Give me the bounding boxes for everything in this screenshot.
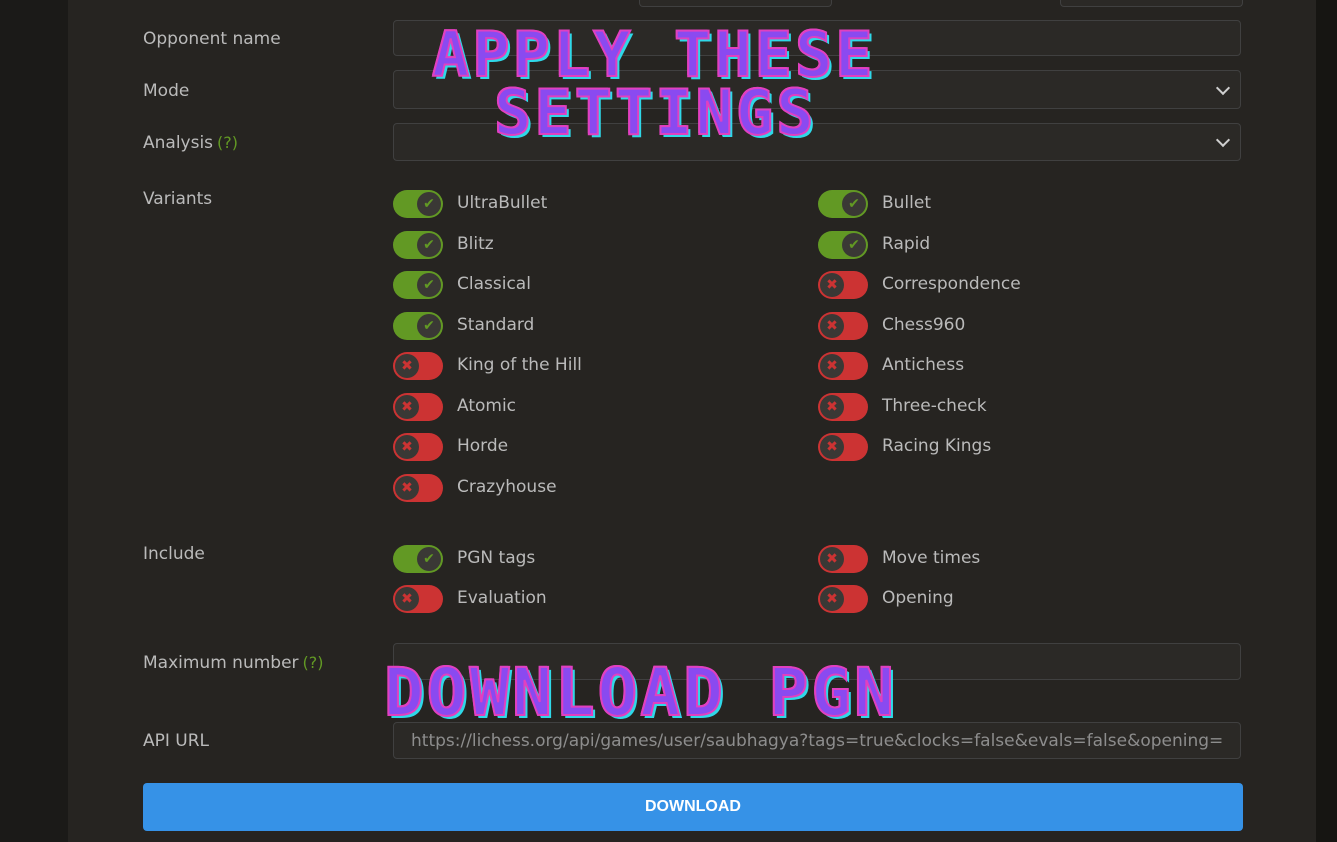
toggle-label-blitz: Blitz [457, 233, 494, 254]
mode-label: Mode [143, 81, 190, 101]
toggle-label-horde: Horde [457, 436, 509, 456]
cross-icon: ✖ [820, 587, 844, 611]
cross-icon: ✖ [820, 273, 844, 297]
toggle-label-correspondence: Correspondence [882, 274, 1021, 294]
toggle-evaluation[interactable]: ✖ [393, 585, 443, 613]
toggle-label-chess960: Chess960 [882, 314, 966, 335]
toggle-blitz[interactable]: ✔ [393, 230, 443, 259]
toggle-label-move-times: Move times [882, 548, 981, 568]
toggle-label-three-check: Three-check [882, 395, 987, 416]
cross-icon: ✖ [820, 435, 844, 459]
toggle-three-check[interactable]: ✖ [818, 392, 868, 421]
toggle-move-times[interactable]: ✖ [818, 545, 868, 573]
check-icon: ✔ [417, 313, 441, 338]
toggle-correspondence[interactable]: ✖ [818, 271, 868, 299]
include-label: Include [143, 544, 205, 564]
toggle-crazyhouse[interactable]: ✖ [393, 473, 443, 502]
apply-settings-caption-line2: SETTINGS [493, 76, 817, 149]
cross-icon: ✖ [395, 475, 419, 500]
maximum-number-help-link[interactable]: (?) [303, 653, 324, 672]
toggle-label-evaluation: Evaluation [457, 588, 547, 608]
toggle-label-classical: Classical [457, 274, 531, 294]
check-icon: ✔ [842, 232, 866, 257]
toggle-label-rapid: Rapid [882, 233, 931, 254]
toggle-label-racing-kings: Racing Kings [882, 436, 992, 456]
toggle-chess960[interactable]: ✖ [818, 311, 868, 340]
cross-icon: ✖ [820, 313, 844, 338]
toggle-label-pgn-tags: PGN tags [457, 548, 536, 568]
variants-label: Variants [143, 189, 213, 209]
check-icon: ✔ [417, 192, 441, 216]
check-icon: ✔ [842, 192, 866, 216]
toggle-king-of-the-hill[interactable]: ✖ [393, 352, 443, 380]
maximum-number-label: Maximum number [143, 653, 299, 673]
toggle-standard[interactable]: ✔ [393, 311, 443, 340]
check-icon: ✔ [417, 273, 441, 297]
toggle-pgn-tags[interactable]: ✔ [393, 545, 443, 573]
download-pgn-caption: DOWNLOAD PGN [383, 654, 897, 731]
toggle-classical[interactable]: ✔ [393, 271, 443, 299]
cross-icon: ✖ [820, 354, 844, 378]
toggle-label-ultrabullet: UltraBullet [457, 193, 548, 213]
analysis-label-row: Analysis (?) [143, 133, 238, 153]
toggle-rapid[interactable]: ✔ [818, 230, 868, 259]
date-input-to[interactable] [1060, 0, 1243, 7]
cross-icon: ✖ [395, 354, 419, 378]
toggle-atomic[interactable]: ✖ [393, 392, 443, 421]
toggle-ultrabullet[interactable]: ✔ [393, 190, 443, 218]
opponent-name-label: Opponent name [143, 29, 281, 49]
page-background-right [1316, 0, 1337, 842]
analysis-help-link[interactable]: (?) [217, 133, 238, 152]
toggle-label-crazyhouse: Crazyhouse [457, 476, 557, 497]
toggle-label-bullet: Bullet [882, 193, 932, 213]
toggle-label-king-of-the-hill: King of the Hill [457, 355, 582, 375]
cross-icon: ✖ [395, 587, 419, 611]
maximum-number-label-row: Maximum number (?) [143, 653, 324, 673]
toggle-racing-kings[interactable]: ✖ [818, 433, 868, 461]
toggle-opening[interactable]: ✖ [818, 585, 868, 613]
analysis-label: Analysis [143, 133, 214, 153]
cross-icon: ✖ [395, 435, 419, 459]
check-icon: ✔ [417, 547, 441, 571]
toggle-label-opening: Opening [882, 588, 954, 608]
cross-icon: ✖ [820, 547, 844, 571]
page-background-left [0, 0, 68, 842]
download-button[interactable]: DOWNLOAD [143, 783, 1243, 831]
toggle-antichess[interactable]: ✖ [818, 352, 868, 380]
check-icon: ✔ [417, 232, 441, 257]
toggle-bullet[interactable]: ✔ [818, 190, 868, 218]
toggle-label-atomic: Atomic [457, 395, 517, 416]
cross-icon: ✖ [820, 394, 844, 419]
date-input-from[interactable] [639, 0, 832, 7]
api-url-label: API URL [143, 731, 210, 751]
toggle-horde[interactable]: ✖ [393, 433, 443, 461]
cross-icon: ✖ [395, 394, 419, 419]
toggle-label-standard: Standard [457, 314, 535, 335]
toggle-label-antichess: Antichess [882, 355, 965, 375]
